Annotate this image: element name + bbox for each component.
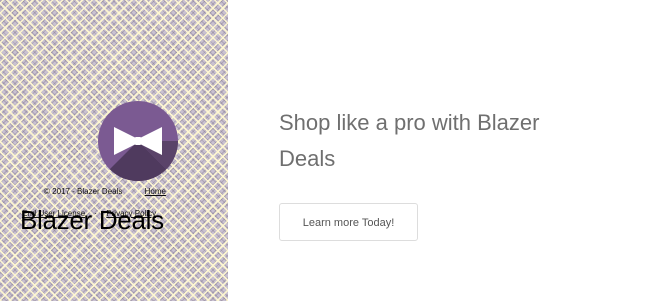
brand-logo [98,101,178,181]
copyright-text: © 2017 - Blazer Deals [44,187,123,196]
footer-copyright-row: © 2017 - Blazer Deals Home [44,187,166,196]
bowtie-icon [98,127,178,181]
hero-title: Shop like a pro with Blazer Deals [279,110,540,171]
brand-name: Blazer Deals [20,205,164,235]
home-link[interactable]: Home [145,187,166,196]
branding-panel: © 2017 - Blazer Deals Home End User Lice… [0,0,228,301]
learn-more-button[interactable]: Learn more Today! [279,203,418,241]
